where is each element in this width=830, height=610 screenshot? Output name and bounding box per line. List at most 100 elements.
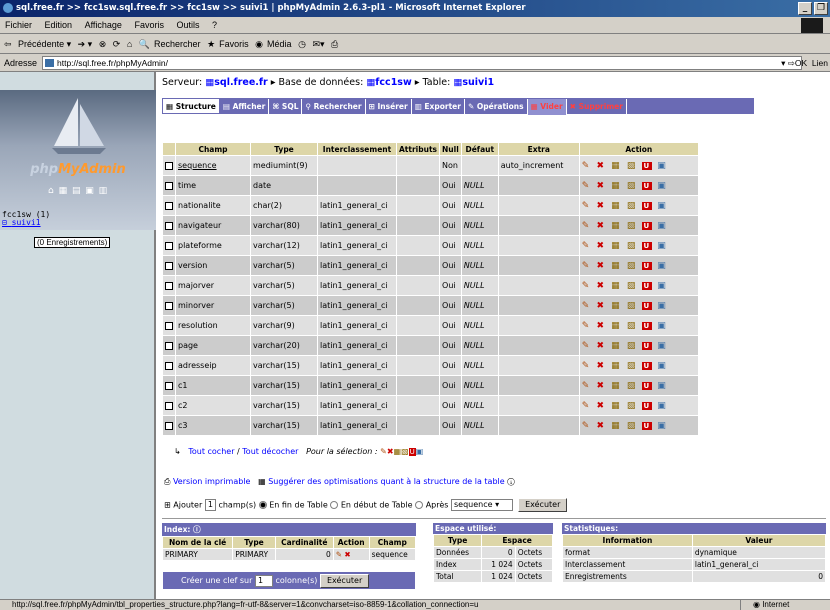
minimize-button[interactable]: _ bbox=[798, 2, 812, 15]
uncheck-all-link[interactable]: Tout décocher bbox=[242, 447, 298, 456]
primary-key-icon[interactable]: ▦ bbox=[611, 241, 622, 251]
edit-field-icon[interactable]: ✎ bbox=[582, 381, 592, 391]
tab-inserer[interactable]: ⊞ Insérer bbox=[366, 99, 412, 115]
left-nav-icons[interactable]: ⌂ ▦ ▤ ▣ ▥ bbox=[48, 186, 108, 196]
menu-fichier[interactable]: Fichier bbox=[5, 20, 32, 30]
server-link[interactable]: ▦sql.free.fr bbox=[205, 77, 267, 88]
fulltext-icon[interactable]: ▣ bbox=[657, 421, 668, 431]
db-link[interactable]: ▦fcc1sw bbox=[366, 77, 411, 88]
field-checkbox[interactable] bbox=[163, 396, 175, 415]
primary-key-icon[interactable]: ▦ bbox=[611, 201, 622, 211]
edit-field-icon[interactable]: ✎ bbox=[582, 161, 592, 171]
unique-icon[interactable]: U bbox=[642, 301, 653, 310]
edit-field-icon[interactable]: ✎ bbox=[582, 221, 592, 231]
mail-icon[interactable]: ✉▾ bbox=[312, 39, 324, 49]
fulltext-icon[interactable]: ▣ bbox=[657, 341, 668, 351]
fulltext-icon[interactable]: ▣ bbox=[657, 201, 668, 211]
drop-field-icon[interactable]: ✖ bbox=[596, 281, 606, 291]
go-button[interactable]: ▾ ⇨OK Lien bbox=[781, 54, 828, 72]
primary-key-icon[interactable]: ▦ bbox=[611, 421, 622, 431]
unique-icon[interactable]: U bbox=[642, 221, 653, 230]
index-icon[interactable]: ▧ bbox=[627, 201, 638, 211]
field-checkbox[interactable] bbox=[163, 216, 175, 235]
bulk-index-icon[interactable]: ▧ bbox=[401, 447, 409, 456]
drop-field-icon[interactable]: ✖ bbox=[596, 421, 606, 431]
after-radio[interactable] bbox=[415, 501, 424, 509]
edit-field-icon[interactable]: ✎ bbox=[582, 241, 592, 251]
field-checkbox[interactable] bbox=[163, 156, 175, 175]
fulltext-icon[interactable]: ▣ bbox=[657, 361, 668, 371]
edit-field-icon[interactable]: ✎ bbox=[582, 301, 592, 311]
unique-icon[interactable]: U bbox=[642, 161, 653, 170]
print-icon[interactable]: ⎙ bbox=[331, 39, 338, 49]
after-field-select[interactable]: sequence ▾ bbox=[451, 499, 513, 511]
primary-key-icon[interactable]: ▦ bbox=[611, 301, 622, 311]
field-checkbox[interactable] bbox=[163, 416, 175, 435]
unique-icon[interactable]: U bbox=[642, 401, 653, 410]
menu-outils[interactable]: Outils bbox=[177, 20, 200, 30]
drop-field-icon[interactable]: ✖ bbox=[596, 401, 606, 411]
edit-index-icon[interactable]: ✎ bbox=[336, 550, 342, 559]
fulltext-icon[interactable]: ▣ bbox=[657, 241, 668, 251]
index-icon[interactable]: ▧ bbox=[627, 401, 638, 411]
primary-key-icon[interactable]: ▦ bbox=[611, 281, 622, 291]
fulltext-icon[interactable]: ▣ bbox=[657, 181, 668, 191]
menu-help[interactable]: ? bbox=[212, 20, 217, 30]
field-count-input[interactable]: 1 bbox=[204, 499, 216, 511]
drop-field-icon[interactable]: ✖ bbox=[596, 201, 606, 211]
favorites-button[interactable]: ★ Favoris bbox=[207, 39, 249, 49]
add-field-execute-button[interactable]: Exécuter bbox=[518, 498, 568, 512]
fulltext-icon[interactable]: ▣ bbox=[657, 221, 668, 231]
tab-supprimer[interactable]: ✖ Supprimer bbox=[567, 99, 627, 115]
primary-key-icon[interactable]: ▦ bbox=[611, 361, 622, 371]
history-icon[interactable]: ◷ bbox=[298, 39, 306, 49]
home-icon[interactable]: ⌂ bbox=[127, 39, 132, 49]
index-icon[interactable]: ▧ bbox=[627, 321, 638, 331]
edit-field-icon[interactable]: ✎ bbox=[582, 361, 592, 371]
drop-field-icon[interactable]: ✖ bbox=[596, 241, 606, 251]
unique-icon[interactable]: U bbox=[642, 361, 653, 370]
primary-key-icon[interactable]: ▦ bbox=[611, 381, 622, 391]
field-checkbox[interactable] bbox=[163, 296, 175, 315]
start-of-table-radio[interactable] bbox=[330, 501, 339, 509]
index-icon[interactable]: ▧ bbox=[627, 221, 638, 231]
index-icon[interactable]: ▧ bbox=[627, 181, 638, 191]
unique-icon[interactable]: U bbox=[642, 341, 653, 350]
edit-field-icon[interactable]: ✎ bbox=[582, 341, 592, 351]
edit-field-icon[interactable]: ✎ bbox=[582, 401, 592, 411]
field-checkbox[interactable] bbox=[163, 276, 175, 295]
drop-index-icon[interactable]: ✖ bbox=[344, 550, 350, 559]
unique-icon[interactable]: U bbox=[642, 281, 653, 290]
forward-button[interactable]: ➔ ▾ bbox=[78, 39, 93, 49]
primary-key-icon[interactable]: ▦ bbox=[611, 181, 622, 191]
field-checkbox[interactable] bbox=[163, 236, 175, 255]
primary-key-icon[interactable]: ▦ bbox=[611, 321, 622, 331]
drop-field-icon[interactable]: ✖ bbox=[596, 181, 606, 191]
primary-key-icon[interactable]: ▦ bbox=[611, 161, 622, 171]
bulk-edit-icon[interactable]: ✎ bbox=[380, 447, 387, 456]
unique-icon[interactable]: U bbox=[642, 241, 653, 250]
index-icon[interactable]: ▧ bbox=[627, 241, 638, 251]
field-checkbox[interactable] bbox=[163, 196, 175, 215]
edit-field-icon[interactable]: ✎ bbox=[582, 321, 592, 331]
drop-field-icon[interactable]: ✖ bbox=[596, 161, 606, 171]
tab-rechercher[interactable]: ⚲ Rechercher bbox=[302, 99, 366, 115]
unique-icon[interactable]: U bbox=[642, 321, 653, 330]
fulltext-icon[interactable]: ▣ bbox=[657, 261, 668, 271]
tab-sql[interactable]: ⌘ SQL bbox=[269, 99, 303, 115]
field-checkbox[interactable] bbox=[163, 176, 175, 195]
maximize-button[interactable]: ❐ bbox=[814, 2, 828, 15]
drop-field-icon[interactable]: ✖ bbox=[596, 221, 606, 231]
primary-key-icon[interactable]: ▦ bbox=[611, 341, 622, 351]
back-button[interactable]: ⇦ Précédente ▾ bbox=[4, 39, 71, 49]
media-button[interactable]: ◉ Média bbox=[255, 39, 291, 49]
help-icon[interactable]: ⓘ bbox=[193, 525, 201, 534]
field-checkbox[interactable] bbox=[163, 256, 175, 275]
edit-field-icon[interactable]: ✎ bbox=[582, 181, 592, 191]
index-icon[interactable]: ▧ bbox=[627, 281, 638, 291]
create-index-button[interactable]: Exécuter bbox=[319, 573, 370, 588]
fulltext-icon[interactable]: ▣ bbox=[657, 381, 668, 391]
fulltext-icon[interactable]: ▣ bbox=[657, 401, 668, 411]
fulltext-icon[interactable]: ▣ bbox=[657, 161, 668, 171]
help-icon[interactable]: ⓘ bbox=[507, 477, 514, 486]
